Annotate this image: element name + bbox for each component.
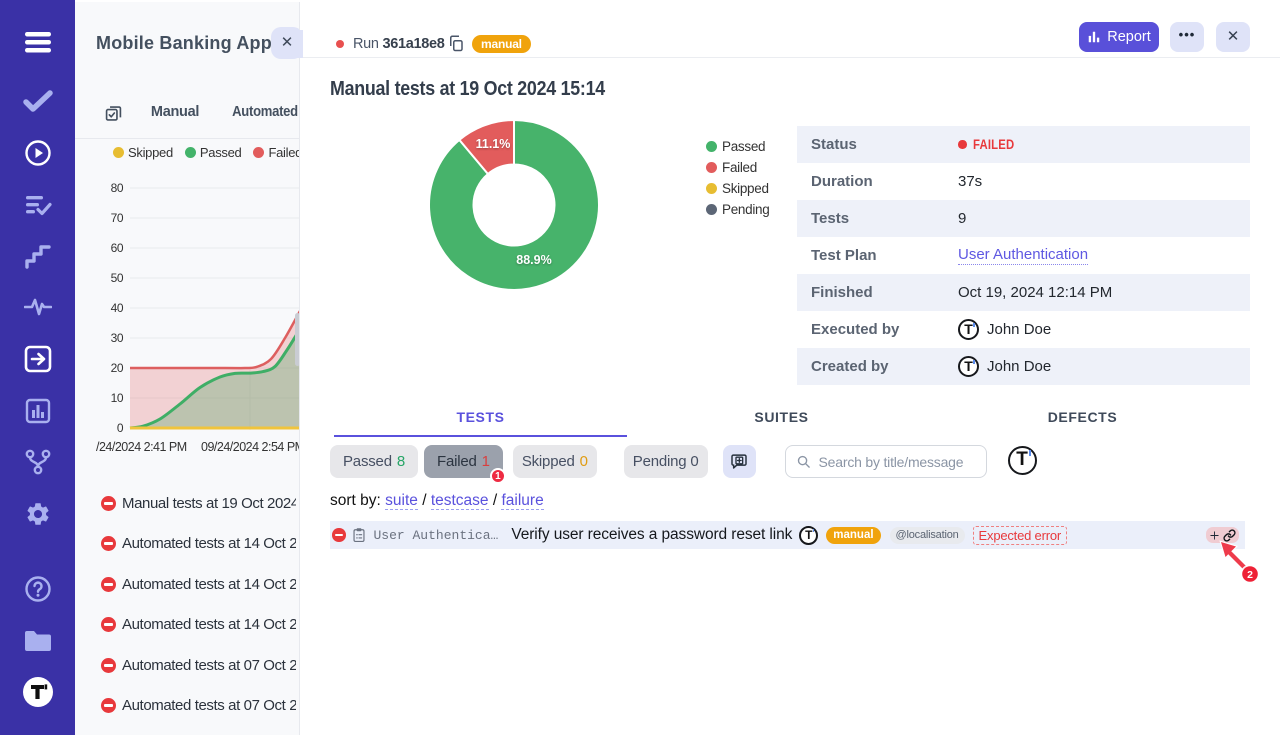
- svg-text:11.1%: 11.1%: [476, 137, 511, 151]
- svg-text:2: 2: [1247, 569, 1253, 581]
- svg-text:88.9%: 88.9%: [516, 253, 551, 267]
